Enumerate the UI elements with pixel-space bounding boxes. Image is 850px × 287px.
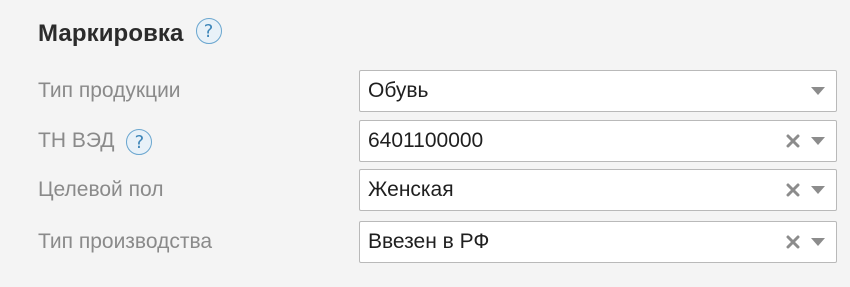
x-icon bbox=[786, 134, 800, 148]
product-type-label: Тип продукции bbox=[38, 79, 181, 102]
product-type-value: Обувь bbox=[368, 79, 429, 102]
target-gender-select[interactable]: Женская bbox=[359, 169, 837, 211]
production-type-label: Тип производства bbox=[38, 230, 213, 253]
tn-ved-value: 6401100000 bbox=[368, 129, 484, 152]
form-row-production-type: Тип производства Ввезен в РФ bbox=[0, 221, 850, 263]
help-icon[interactable]: ? bbox=[195, 18, 222, 44]
x-icon bbox=[786, 235, 800, 249]
chevron-down-icon[interactable] bbox=[810, 85, 826, 97]
section-title: Маркировка bbox=[38, 20, 184, 47]
form-label-wrap: Целевой пол bbox=[38, 169, 163, 211]
product-type-select[interactable]: Обувь bbox=[359, 70, 837, 112]
section-header: Маркировка ? bbox=[38, 14, 222, 54]
form-label-wrap: Тип производства bbox=[38, 221, 212, 263]
production-type-select[interactable]: Ввезен в РФ bbox=[359, 221, 837, 263]
clear-icon[interactable] bbox=[784, 180, 802, 200]
chevron-down-icon[interactable] bbox=[810, 135, 826, 147]
tn-ved-select[interactable]: 6401100000 bbox=[359, 120, 837, 162]
tn-ved-label: ТН ВЭД bbox=[38, 129, 115, 152]
form-label-wrap: Тип продукции bbox=[38, 70, 181, 112]
chevron-down-icon[interactable] bbox=[810, 184, 826, 196]
form-row-tn-ved: ТН ВЭД ? 6401100000 bbox=[0, 120, 850, 162]
chevron-down-icon[interactable] bbox=[810, 236, 826, 248]
target-gender-value: Женская bbox=[368, 178, 454, 201]
clear-icon[interactable] bbox=[784, 131, 802, 151]
x-icon bbox=[786, 183, 800, 197]
form-row-target-gender: Целевой пол Женская bbox=[0, 169, 850, 211]
target-gender-label: Целевой пол bbox=[38, 178, 164, 201]
help-icon[interactable]: ? bbox=[126, 129, 153, 155]
form-label-wrap: ТН ВЭД ? bbox=[38, 120, 153, 162]
production-type-value: Ввезен в РФ bbox=[368, 230, 490, 253]
form-row-product-type: Тип продукции Обувь bbox=[0, 70, 850, 112]
clear-icon[interactable] bbox=[784, 232, 802, 252]
